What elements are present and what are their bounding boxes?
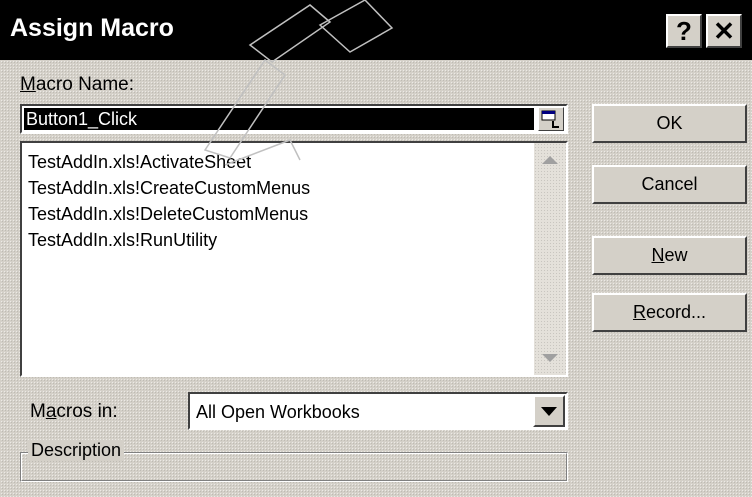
list-item[interactable]: TestAddIn.xls!ActivateSheet — [28, 149, 310, 175]
close-icon: ✕ — [713, 15, 735, 46]
collapse-dialog-button[interactable] — [538, 107, 564, 131]
macro-name-label: Macro Name: — [20, 74, 135, 95]
help-icon: ? — [676, 15, 692, 46]
ok-button[interactable]: OK — [592, 104, 747, 143]
cancel-button[interactable]: Cancel — [592, 165, 747, 204]
chevron-down-icon — [541, 406, 557, 416]
list-item[interactable]: TestAddIn.xls!CreateCustomMenus — [28, 175, 310, 201]
macros-in-dropdown[interactable]: All Open Workbooks — [188, 392, 568, 430]
macros-in-value: All Open Workbooks — [196, 402, 360, 422]
dropdown-button[interactable] — [533, 395, 565, 427]
scroll-up-button[interactable] — [534, 145, 566, 175]
help-button[interactable]: ? — [666, 14, 702, 48]
title-bar: Assign Macro ? ✕ — [0, 0, 752, 60]
macro-name-value: Button1_Click — [26, 109, 138, 129]
macro-name-field[interactable]: Button1_Click — [20, 104, 568, 134]
list-scrollbar[interactable] — [534, 143, 566, 375]
arrow-up-icon — [542, 156, 558, 164]
assign-macro-dialog: Assign Macro ? ✕ Macro Name: Button1_Cli… — [0, 0, 752, 497]
scroll-down-button[interactable] — [534, 343, 566, 373]
macro-list[interactable]: TestAddIn.xls!ActivateSheet TestAddIn.xls… — [20, 141, 568, 377]
list-item[interactable]: TestAddIn.xls!RunUtility — [28, 227, 310, 253]
record-button[interactable]: Record... — [592, 293, 747, 332]
arrow-down-icon — [542, 354, 558, 362]
list-item[interactable]: TestAddIn.xls!DeleteCustomMenus — [28, 201, 310, 227]
dialog-title: Assign Macro — [10, 14, 174, 42]
macros-in-label: Macros in: — [30, 401, 118, 422]
description-label: Description — [28, 440, 125, 461]
close-button[interactable]: ✕ — [706, 14, 742, 48]
new-button[interactable]: New — [592, 236, 747, 275]
macro-list-items: TestAddIn.xls!ActivateSheet TestAddIn.xls… — [28, 149, 310, 253]
collapse-dialog-icon — [541, 110, 559, 128]
